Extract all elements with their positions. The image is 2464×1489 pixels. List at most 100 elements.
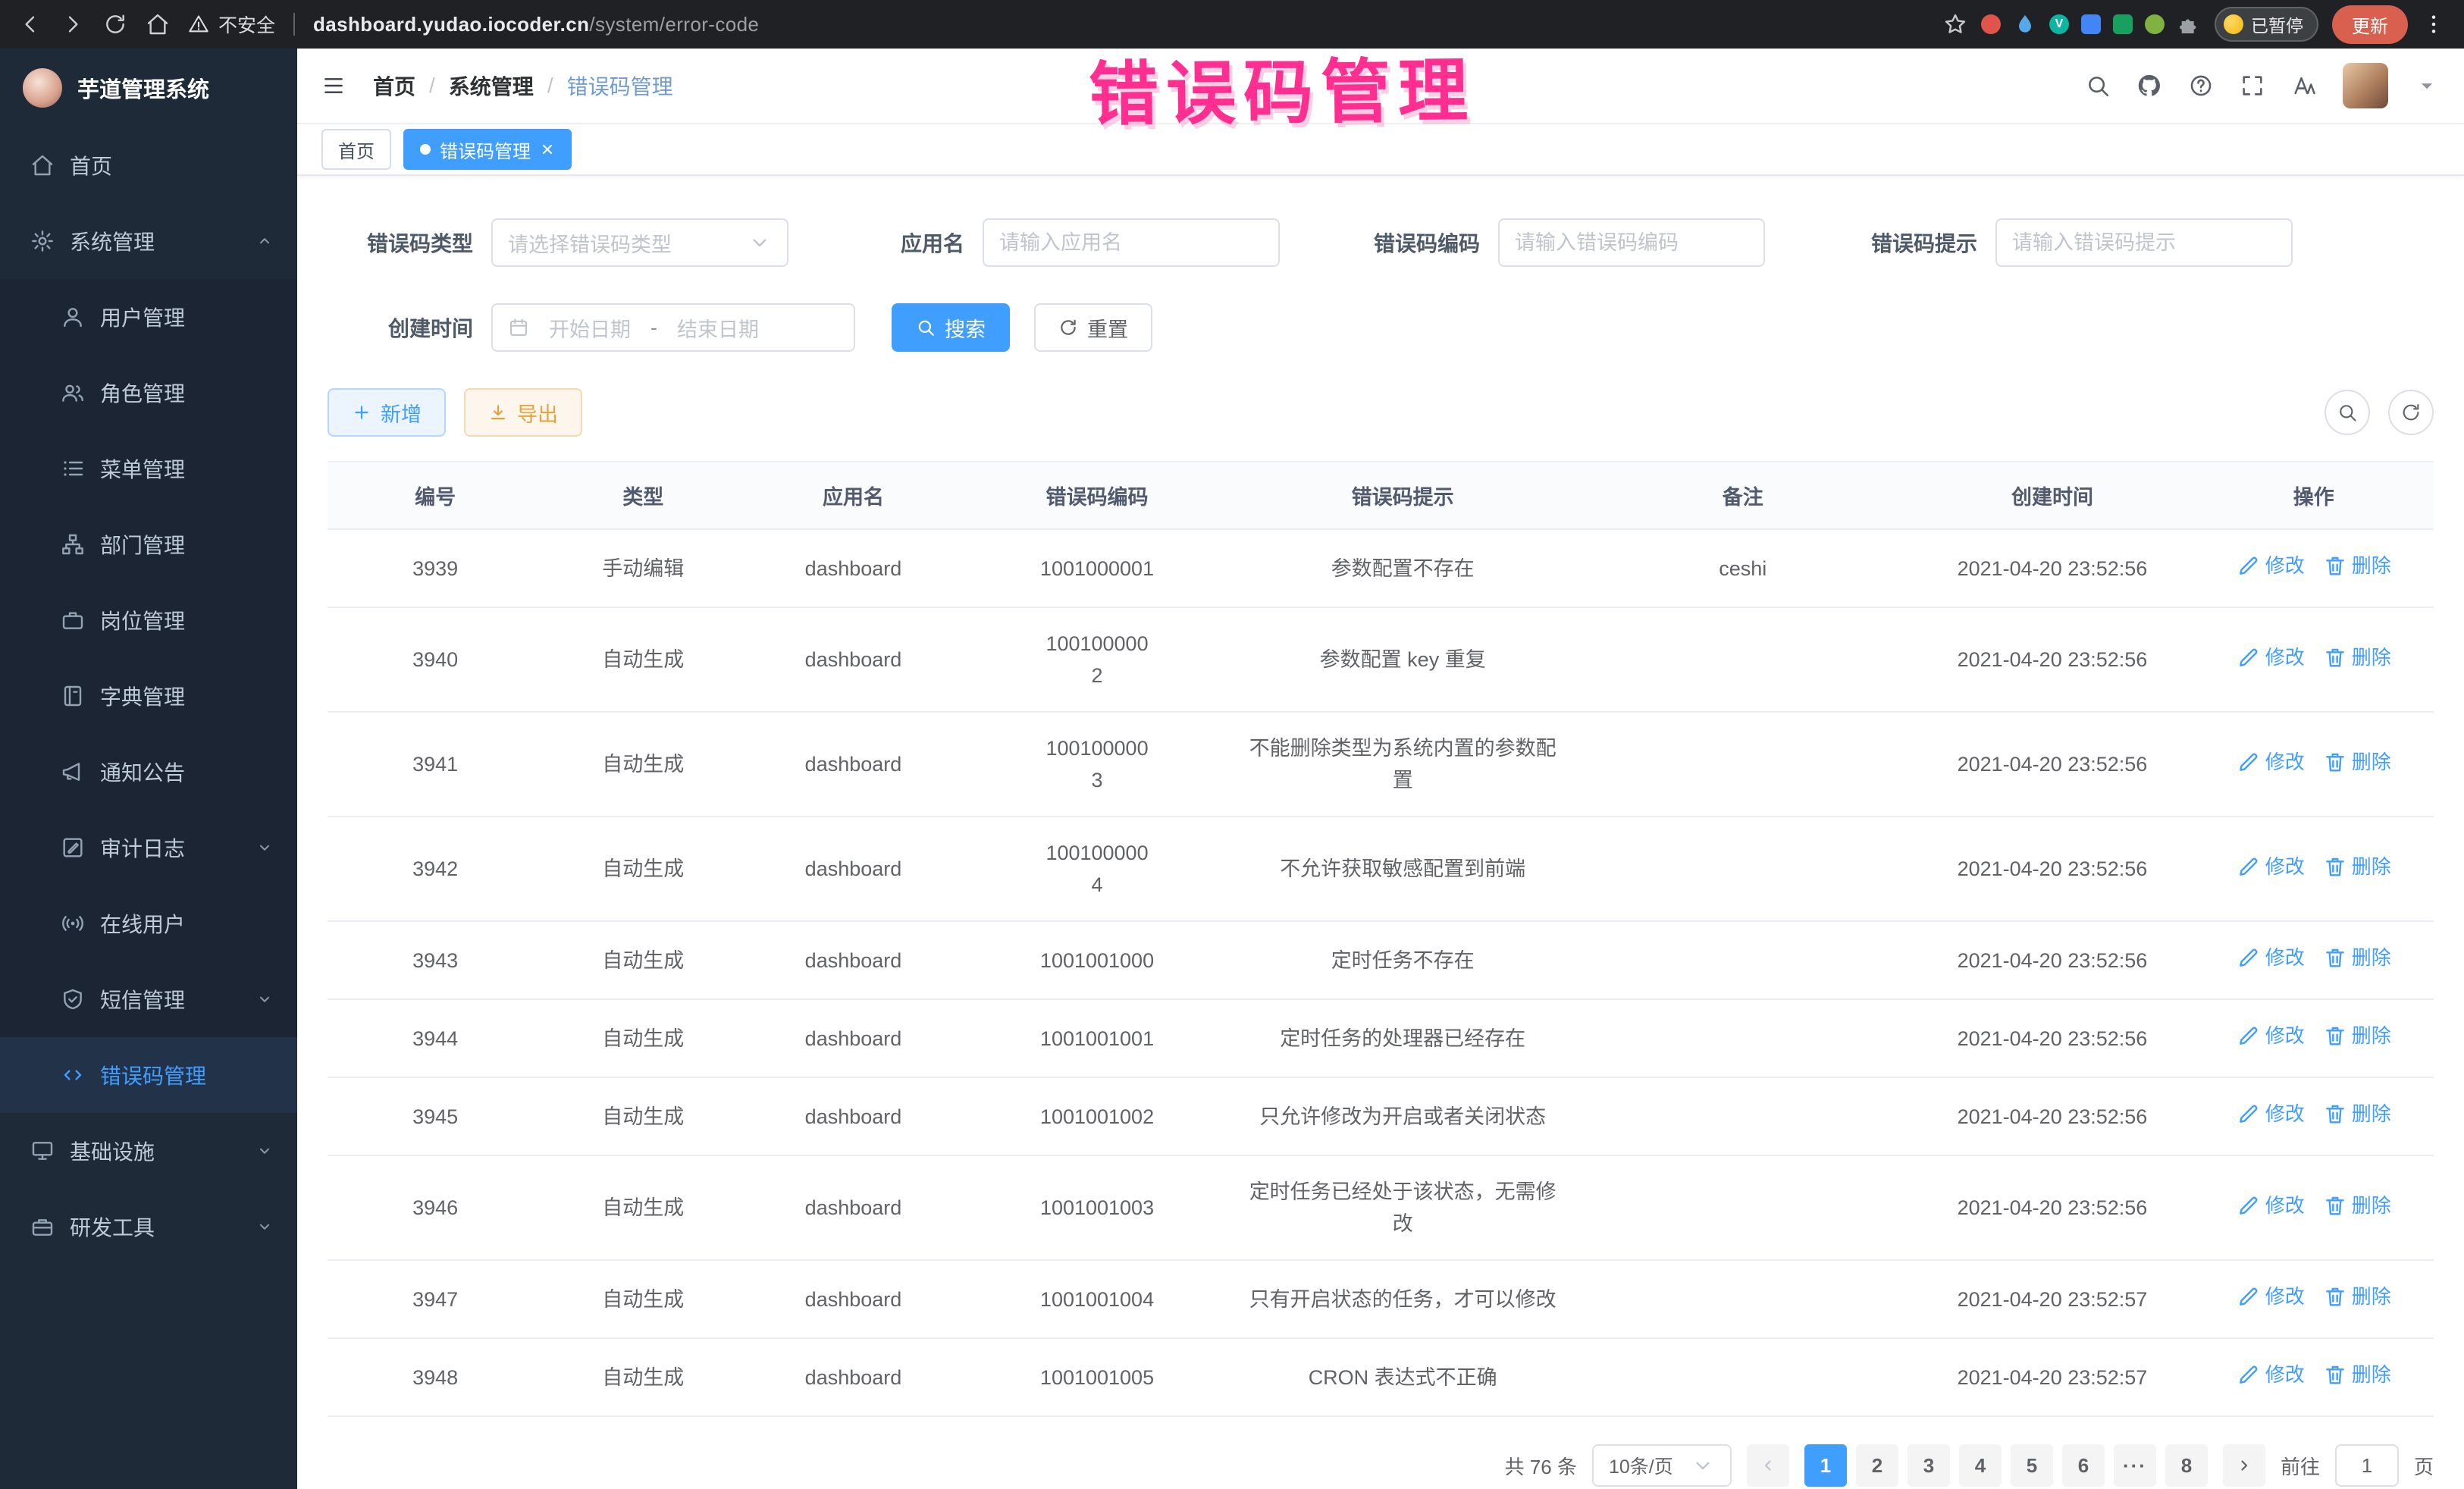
sidebar-item-sms[interactable]: 短信管理 xyxy=(0,961,297,1037)
page-more-button[interactable]: ··· xyxy=(2114,1444,2156,1487)
extension-green-icon[interactable] xyxy=(2113,14,2133,34)
sidebar-item-post[interactable]: 岗位管理 xyxy=(0,582,297,658)
prev-page-button[interactable] xyxy=(1747,1444,1789,1487)
browser-menu-icon[interactable] xyxy=(2422,12,2446,36)
sidebar-item-audit-log[interactable]: 审计日志 xyxy=(0,810,297,886)
help-icon[interactable] xyxy=(2188,73,2214,99)
delete-link[interactable]: 删除 xyxy=(2323,942,2391,973)
search-button[interactable]: 搜索 xyxy=(892,303,1010,352)
sidebar-item-role[interactable]: 角色管理 xyxy=(0,355,297,431)
breadcrumb-item[interactable]: 首页 xyxy=(373,71,415,101)
close-icon[interactable] xyxy=(540,142,555,157)
edit-link[interactable]: 修改 xyxy=(2237,942,2305,973)
page-button-4[interactable]: 4 xyxy=(1959,1444,2002,1487)
delete-link[interactable]: 删除 xyxy=(2323,851,2391,882)
filter-label-error-code: 错误码编码 xyxy=(1346,227,1480,258)
back-icon[interactable] xyxy=(18,12,42,36)
sidebar-item-infra[interactable]: 基础设施 xyxy=(0,1113,297,1189)
cell-actions: 修改删除 xyxy=(2193,1077,2434,1155)
page-button-5[interactable]: 5 xyxy=(2011,1444,2053,1487)
edit-link[interactable]: 修改 xyxy=(2237,1020,2305,1052)
reset-button[interactable]: 重置 xyxy=(1034,303,1152,352)
sidebar-item-home[interactable]: 首页 xyxy=(0,127,297,203)
edit-link[interactable]: 修改 xyxy=(2237,1098,2305,1130)
chevron-down-icon[interactable] xyxy=(2414,73,2440,99)
forward-icon[interactable] xyxy=(61,12,85,36)
sidebar-item-user[interactable]: 用户管理 xyxy=(0,279,297,355)
error-tip-input[interactable] xyxy=(2012,231,2276,255)
delete-link[interactable]: 删除 xyxy=(2323,746,2391,778)
next-page-button[interactable] xyxy=(2223,1444,2265,1487)
bookmark-star-icon[interactable] xyxy=(1943,12,1967,36)
extension-drop-icon[interactable] xyxy=(2013,12,2037,36)
delete-link[interactable]: 删除 xyxy=(2323,1020,2391,1052)
screen: 不安全 dashboard.yudao.iocoder.cn/system/er… xyxy=(0,0,2464,1489)
sidebar-item-dept[interactable]: 部门管理 xyxy=(0,506,297,582)
page-button-8[interactable]: 8 xyxy=(2165,1444,2208,1487)
avatar[interactable] xyxy=(2343,63,2388,108)
cell-code: 1001001005 xyxy=(964,1338,1231,1416)
create-time-range-picker[interactable]: 开始日期 - 结束日期 xyxy=(491,303,855,352)
delete-link[interactable]: 删除 xyxy=(2323,1281,2391,1312)
app-logo[interactable]: 芋道管理系统 xyxy=(0,49,297,127)
cell-type: 自动生成 xyxy=(543,1260,743,1338)
reload-icon[interactable] xyxy=(103,12,127,36)
extension-red-icon[interactable] xyxy=(1981,14,2001,34)
extension-lime-icon[interactable] xyxy=(2145,14,2165,34)
export-button[interactable]: 导出 xyxy=(464,388,582,437)
update-button[interactable]: 更新 xyxy=(2332,5,2408,44)
extension-puzzle-icon[interactable] xyxy=(2177,12,2201,36)
breadcrumb-item[interactable]: 系统管理 xyxy=(449,71,534,101)
edit-link[interactable]: 修改 xyxy=(2237,1281,2305,1312)
delete-link[interactable]: 删除 xyxy=(2323,641,2391,673)
error-code-input[interactable] xyxy=(1515,231,1748,255)
sidebar-item-label: 菜单管理 xyxy=(100,453,185,484)
sidebar-item-system[interactable]: 系统管理 xyxy=(0,203,297,279)
font-size-icon[interactable] xyxy=(2291,73,2317,99)
sidebar-item-menu[interactable]: 菜单管理 xyxy=(0,431,297,506)
extension-grid-icon[interactable] xyxy=(2081,14,2101,34)
extension-teal-icon[interactable]: V xyxy=(2049,14,2069,34)
delete-link[interactable]: 删除 xyxy=(2323,1359,2391,1390)
page-button-2[interactable]: 2 xyxy=(1856,1444,1898,1487)
sidebar-item-error-code[interactable]: 错误码管理 xyxy=(0,1037,297,1113)
chevron-down-icon xyxy=(1691,1453,1715,1478)
page-size-select[interactable]: 10条/页 xyxy=(1592,1444,1732,1487)
pencil-icon xyxy=(2237,1362,2261,1387)
view-tab-1[interactable]: 错误码管理 xyxy=(403,129,572,170)
add-button[interactable]: 新增 xyxy=(328,388,446,437)
menu-fold-icon[interactable] xyxy=(321,74,346,98)
sidebar-item-dict[interactable]: 字典管理 xyxy=(0,658,297,734)
fullscreen-icon[interactable] xyxy=(2240,73,2265,99)
view-tab-0[interactable]: 首页 xyxy=(321,129,391,170)
delete-link[interactable]: 删除 xyxy=(2323,1098,2391,1130)
browser-home-icon[interactable] xyxy=(146,12,170,36)
table-refresh-button[interactable] xyxy=(2388,390,2434,435)
edit-link[interactable]: 修改 xyxy=(2237,851,2305,882)
edit-link[interactable]: 修改 xyxy=(2237,746,2305,778)
delete-link[interactable]: 删除 xyxy=(2323,1190,2391,1221)
edit-link[interactable]: 修改 xyxy=(2237,1190,2305,1221)
sidebar-item-online-user[interactable]: 在线用户 xyxy=(0,886,297,961)
table-column-header: 编号 xyxy=(328,462,543,529)
cell-remark xyxy=(1575,999,1911,1077)
edit-link[interactable]: 修改 xyxy=(2237,1359,2305,1390)
cell-actions: 修改删除 xyxy=(2193,529,2434,607)
app-name-input[interactable] xyxy=(999,231,1263,255)
edit-link[interactable]: 修改 xyxy=(2237,641,2305,673)
delete-link[interactable]: 删除 xyxy=(2323,550,2391,581)
security-warning[interactable]: 不安全 xyxy=(188,11,275,38)
page-button-3[interactable]: 3 xyxy=(1908,1444,1950,1487)
edit-link[interactable]: 修改 xyxy=(2237,550,2305,581)
goto-page-input[interactable] xyxy=(2335,1444,2399,1487)
table-search-toggle-button[interactable] xyxy=(2324,390,2370,435)
search-icon[interactable] xyxy=(2085,73,2111,99)
page-button-6[interactable]: 6 xyxy=(2062,1444,2105,1487)
url-bar[interactable]: dashboard.yudao.iocoder.cn/system/error-… xyxy=(313,13,759,36)
page-button-1[interactable]: 1 xyxy=(1804,1444,1847,1487)
paused-badge[interactable]: 已暂停 xyxy=(2215,7,2318,42)
sidebar-item-devtools[interactable]: 研发工具 xyxy=(0,1189,297,1265)
github-icon[interactable] xyxy=(2136,73,2162,99)
sidebar-item-notice[interactable]: 通知公告 xyxy=(0,734,297,810)
error-type-select[interactable]: 请选择错误码类型 xyxy=(491,218,788,267)
